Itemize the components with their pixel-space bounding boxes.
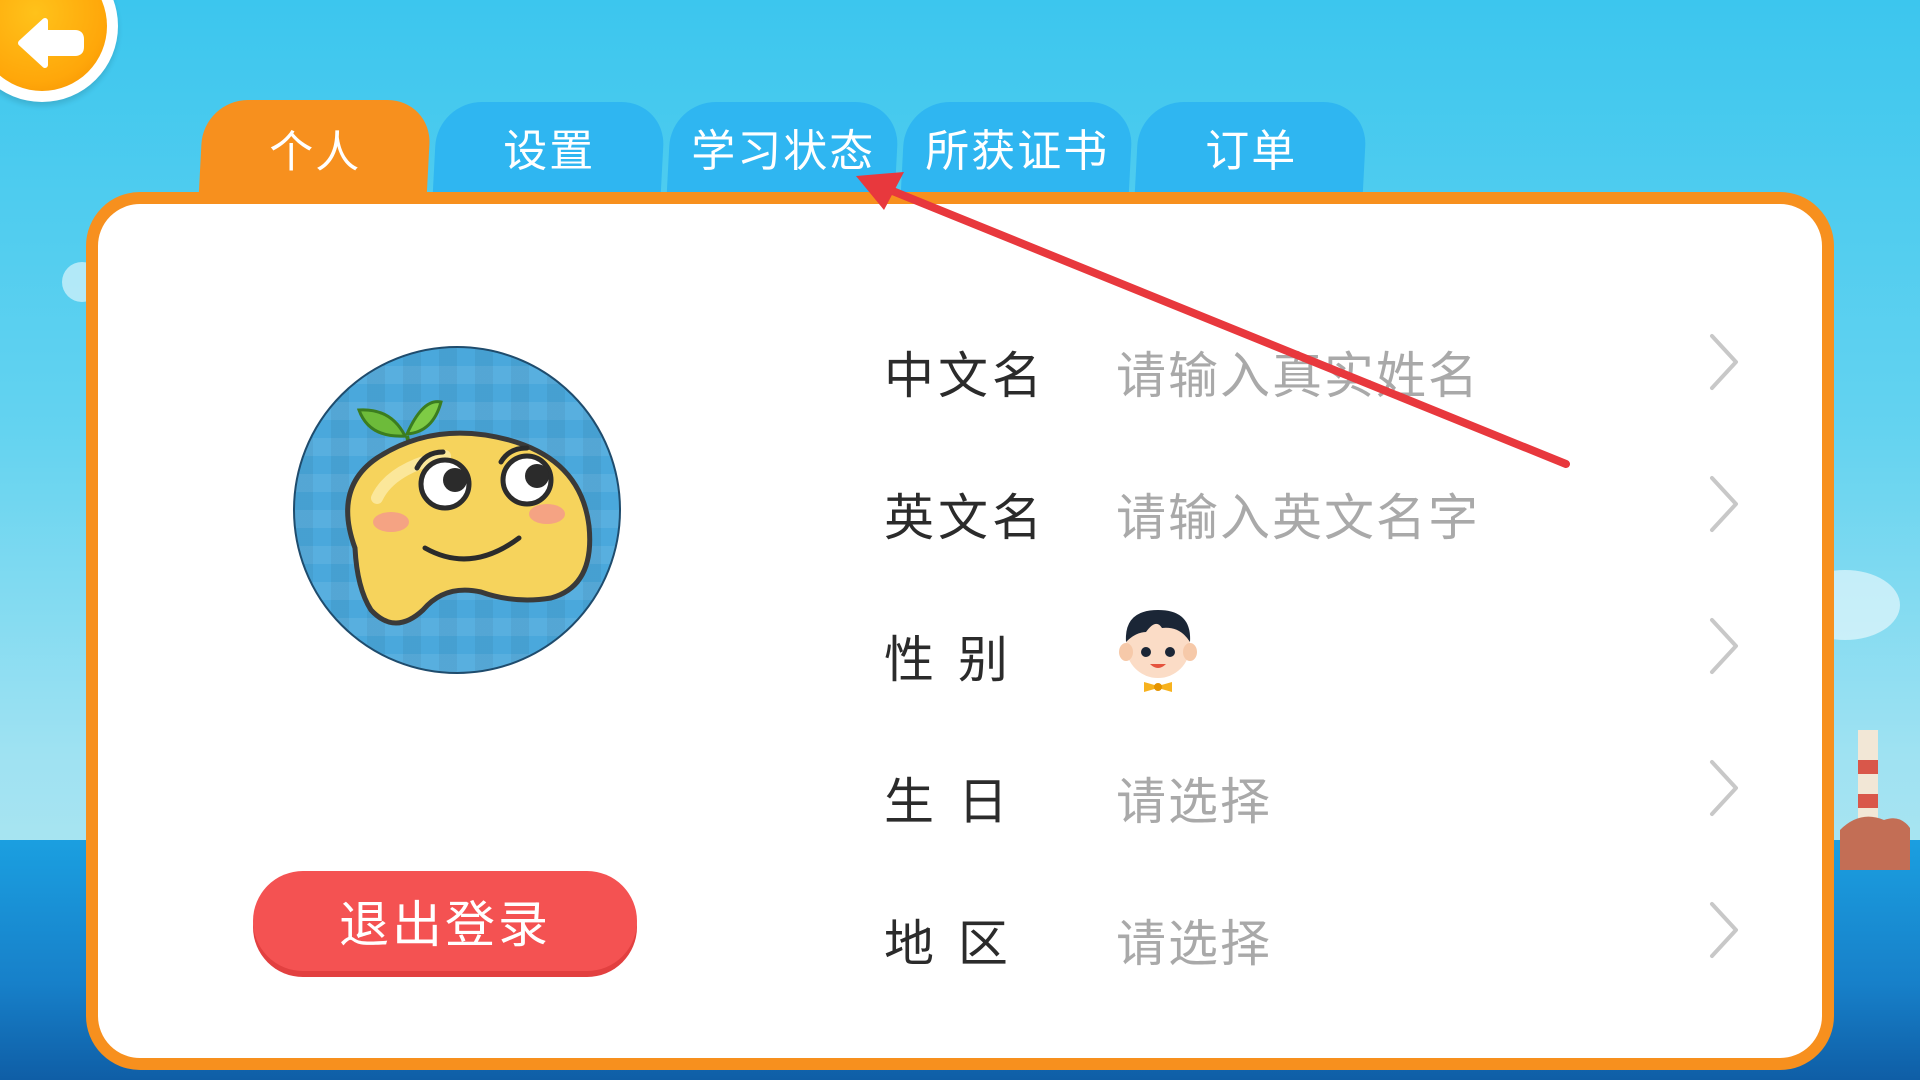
- chevron-right-icon: [1710, 334, 1738, 390]
- chevron-right-icon: [1710, 618, 1738, 674]
- birthday-placeholder: 请选择: [1116, 773, 1272, 831]
- region-placeholder: 请选择: [1116, 915, 1272, 973]
- chinese-name-label: 中文名: [884, 347, 1046, 405]
- profile-card: 退出登录 中文名 请输入真实姓名 英文名 请输入英文名字 性 别 生 日 请选择…: [86, 192, 1834, 1070]
- tab-label: 订单: [1205, 126, 1298, 177]
- tab-certificates[interactable]: 所获证书: [900, 102, 1134, 200]
- english-name-field[interactable]: 英文名 请输入英文名字: [884, 446, 1774, 566]
- tab-label: 设置: [503, 126, 596, 177]
- tab-learning-status[interactable]: 学习状态: [666, 102, 900, 200]
- back-arrow-icon: [0, 0, 107, 91]
- lighthouse-icon: [1840, 730, 1910, 870]
- chinese-name-field[interactable]: 中文名 请输入真实姓名: [884, 304, 1774, 424]
- avatar[interactable]: [293, 346, 621, 674]
- chevron-right-icon: [1710, 476, 1738, 532]
- chinese-name-placeholder: 请输入真实姓名: [1116, 347, 1480, 405]
- english-name-label: 英文名: [884, 489, 1046, 547]
- birthday-field[interactable]: 生 日 请选择: [884, 730, 1774, 850]
- english-name-placeholder: 请输入英文名字: [1116, 489, 1480, 547]
- chevron-right-icon: [1710, 760, 1738, 816]
- tab-settings[interactable]: 设置: [432, 102, 666, 200]
- tab-label: 所获证书: [925, 126, 1110, 177]
- tab-bar: 个人 设置 学习状态 所获证书 订单: [0, 100, 1920, 204]
- tab-personal[interactable]: 个人: [198, 100, 432, 204]
- region-field[interactable]: 地 区 请选择: [884, 872, 1774, 992]
- back-button[interactable]: [0, 0, 118, 102]
- boy-icon: [1119, 610, 1197, 692]
- logout-button[interactable]: 退出登录: [253, 871, 637, 971]
- tab-label: 个人: [269, 127, 362, 178]
- chevron-right-icon: [1710, 902, 1738, 958]
- region-label: 地 区: [884, 915, 1012, 973]
- tab-label: 学习状态: [691, 126, 876, 177]
- tab-orders[interactable]: 订单: [1134, 102, 1368, 200]
- bean-mascot-avatar: [345, 400, 593, 626]
- birthday-label: 生 日: [884, 773, 1012, 831]
- gender-field[interactable]: 性 别: [884, 588, 1774, 708]
- gender-label: 性 别: [884, 631, 1012, 689]
